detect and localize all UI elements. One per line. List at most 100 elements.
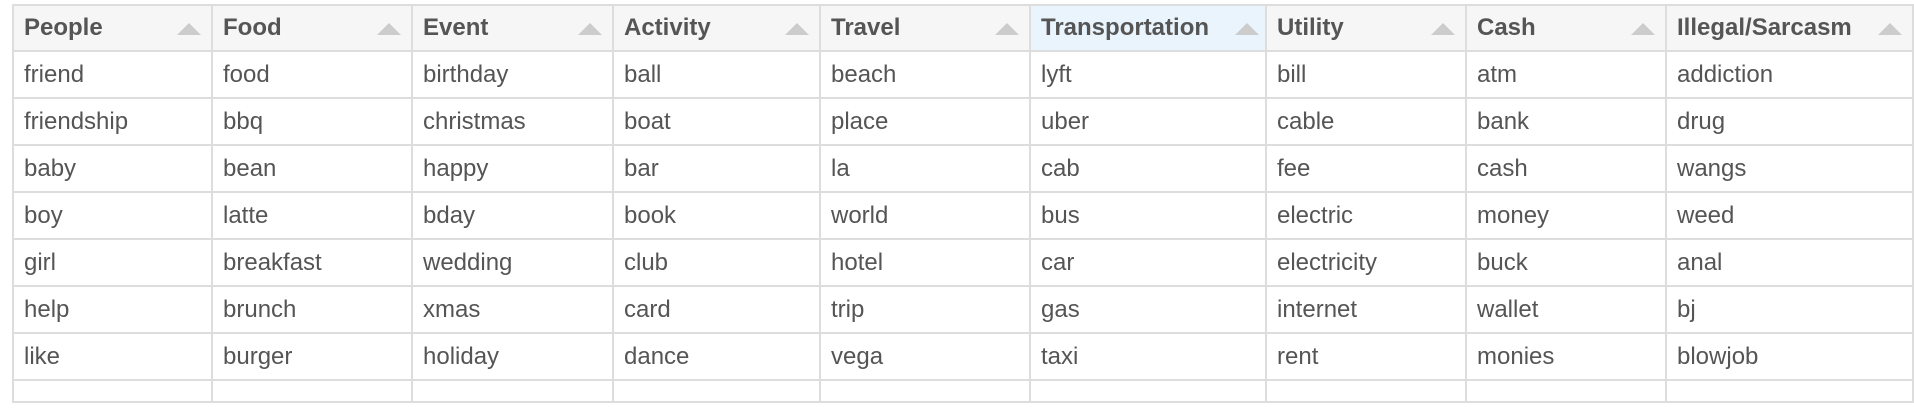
- table-cell: bday: [411, 191, 614, 240]
- sort-arrow-icon[interactable]: [785, 23, 809, 35]
- column-header-people[interactable]: People: [12, 4, 213, 52]
- table-cell: baby: [12, 144, 213, 193]
- table-cell: beach: [819, 50, 1031, 99]
- table-cell: car: [1029, 238, 1267, 287]
- table-cell: friendship: [12, 97, 213, 146]
- table-cell: money: [1465, 191, 1667, 240]
- table-row: baby bean happy bar la cab fee cash wangs: [12, 144, 1914, 193]
- column-header-travel[interactable]: Travel: [819, 4, 1031, 52]
- table-cell: [1465, 379, 1667, 403]
- table-cell: internet: [1265, 285, 1467, 334]
- table-cell: fee: [1265, 144, 1467, 193]
- column-label: Event: [423, 14, 489, 41]
- table-cell: bj: [1665, 285, 1914, 334]
- sort-arrow-icon[interactable]: [578, 23, 602, 35]
- table-cell: cash: [1465, 144, 1667, 193]
- table-cell: food: [211, 50, 413, 99]
- table-cell: brunch: [211, 285, 413, 334]
- table-cell: boat: [612, 97, 821, 146]
- column-header-activity[interactable]: Activity: [612, 4, 821, 52]
- table-cell: girl: [12, 238, 213, 287]
- table-cell: atm: [1465, 50, 1667, 99]
- table-cell: bill: [1265, 50, 1467, 99]
- column-header-event[interactable]: Event: [411, 4, 614, 52]
- table-cell: dance: [612, 332, 821, 381]
- table-cell: [1665, 379, 1914, 403]
- column-header-food[interactable]: Food: [211, 4, 413, 52]
- table-cell: latte: [211, 191, 413, 240]
- table-row: boy latte bday book world bus electric money wee…: [12, 191, 1914, 240]
- table-cell: taxi: [1029, 332, 1267, 381]
- column-label: Travel: [831, 14, 901, 41]
- table-cell: like: [12, 332, 213, 381]
- column-label: Food: [223, 14, 282, 41]
- table-cell: gas: [1029, 285, 1267, 334]
- table-cell: [819, 379, 1031, 403]
- sort-arrow-icon[interactable]: [377, 23, 401, 35]
- table-cell: club: [612, 238, 821, 287]
- table-cell: xmas: [411, 285, 614, 334]
- sort-arrow-icon[interactable]: [177, 23, 201, 35]
- table-cell: [411, 379, 614, 403]
- column-header-cash[interactable]: Cash: [1465, 4, 1667, 52]
- table-cell: trip: [819, 285, 1031, 334]
- table-cell: cab: [1029, 144, 1267, 193]
- table-cell: anal: [1665, 238, 1914, 287]
- column-label: Activity: [624, 14, 711, 41]
- sort-arrow-icon[interactable]: [1878, 23, 1902, 35]
- table-cell: cable: [1265, 97, 1467, 146]
- word-category-table: People Food Event Activity Travel Transportat…: [12, 4, 1914, 403]
- sort-arrow-icon[interactable]: [1431, 23, 1455, 35]
- table-cell: ball: [612, 50, 821, 99]
- table-cell: place: [819, 97, 1031, 146]
- table-cell: friend: [12, 50, 213, 99]
- column-header-transportation[interactable]: Transportation: [1029, 4, 1267, 52]
- table-cell: drug: [1665, 97, 1914, 146]
- table-cell: book: [612, 191, 821, 240]
- table-row: friendship bbq christmas boat place uber cable…: [12, 97, 1914, 146]
- table-cell: hotel: [819, 238, 1031, 287]
- table-cell: wedding: [411, 238, 614, 287]
- table-cell: addiction: [1665, 50, 1914, 99]
- table-cell: wallet: [1465, 285, 1667, 334]
- sort-arrow-icon[interactable]: [1631, 23, 1655, 35]
- table-cell: bbq: [211, 97, 413, 146]
- sort-arrow-icon[interactable]: [995, 23, 1019, 35]
- table-cell: burger: [211, 332, 413, 381]
- column-label: Utility: [1277, 14, 1344, 41]
- table-cell: vega: [819, 332, 1031, 381]
- column-label: Illegal/Sarcasm: [1677, 14, 1852, 41]
- table-cell: [1265, 379, 1467, 403]
- table-cell: monies: [1465, 332, 1667, 381]
- table-cell: breakfast: [211, 238, 413, 287]
- table-cell: lyft: [1029, 50, 1267, 99]
- table-cell: uber: [1029, 97, 1267, 146]
- header-row: People Food Event Activity Travel Transportat…: [12, 4, 1914, 52]
- table-row: girl breakfast wedding club hotel car electric…: [12, 238, 1914, 287]
- table-row: help brunch xmas card trip gas internet wallet b…: [12, 285, 1914, 334]
- table-row: friend food birthday ball beach lyft bill atm ad…: [12, 50, 1914, 99]
- column-header-utility[interactable]: Utility: [1265, 4, 1467, 52]
- table-cell: wangs: [1665, 144, 1914, 193]
- table-cell: rent: [1265, 332, 1467, 381]
- column-label: Transportation: [1041, 14, 1210, 41]
- table-cell: [12, 379, 213, 403]
- table-cell: happy: [411, 144, 614, 193]
- table-cell: bean: [211, 144, 413, 193]
- table-cell: electric: [1265, 191, 1467, 240]
- table-cell: [211, 379, 413, 403]
- column-label: Cash: [1477, 14, 1536, 41]
- table-cell: [1029, 379, 1267, 403]
- table-cell: bar: [612, 144, 821, 193]
- table-cell: card: [612, 285, 821, 334]
- column-label: People: [24, 14, 103, 41]
- table-cell: electricity: [1265, 238, 1467, 287]
- column-header-illegal-sarcasm[interactable]: Illegal/Sarcasm: [1665, 4, 1914, 52]
- sort-arrow-icon[interactable]: [1235, 23, 1259, 35]
- table-cell: [612, 379, 821, 403]
- table-cell: help: [12, 285, 213, 334]
- table-row: like burger holiday dance vega taxi rent monies…: [12, 332, 1914, 381]
- table-row-partial: [12, 379, 1914, 403]
- table-cell: holiday: [411, 332, 614, 381]
- table-cell: world: [819, 191, 1031, 240]
